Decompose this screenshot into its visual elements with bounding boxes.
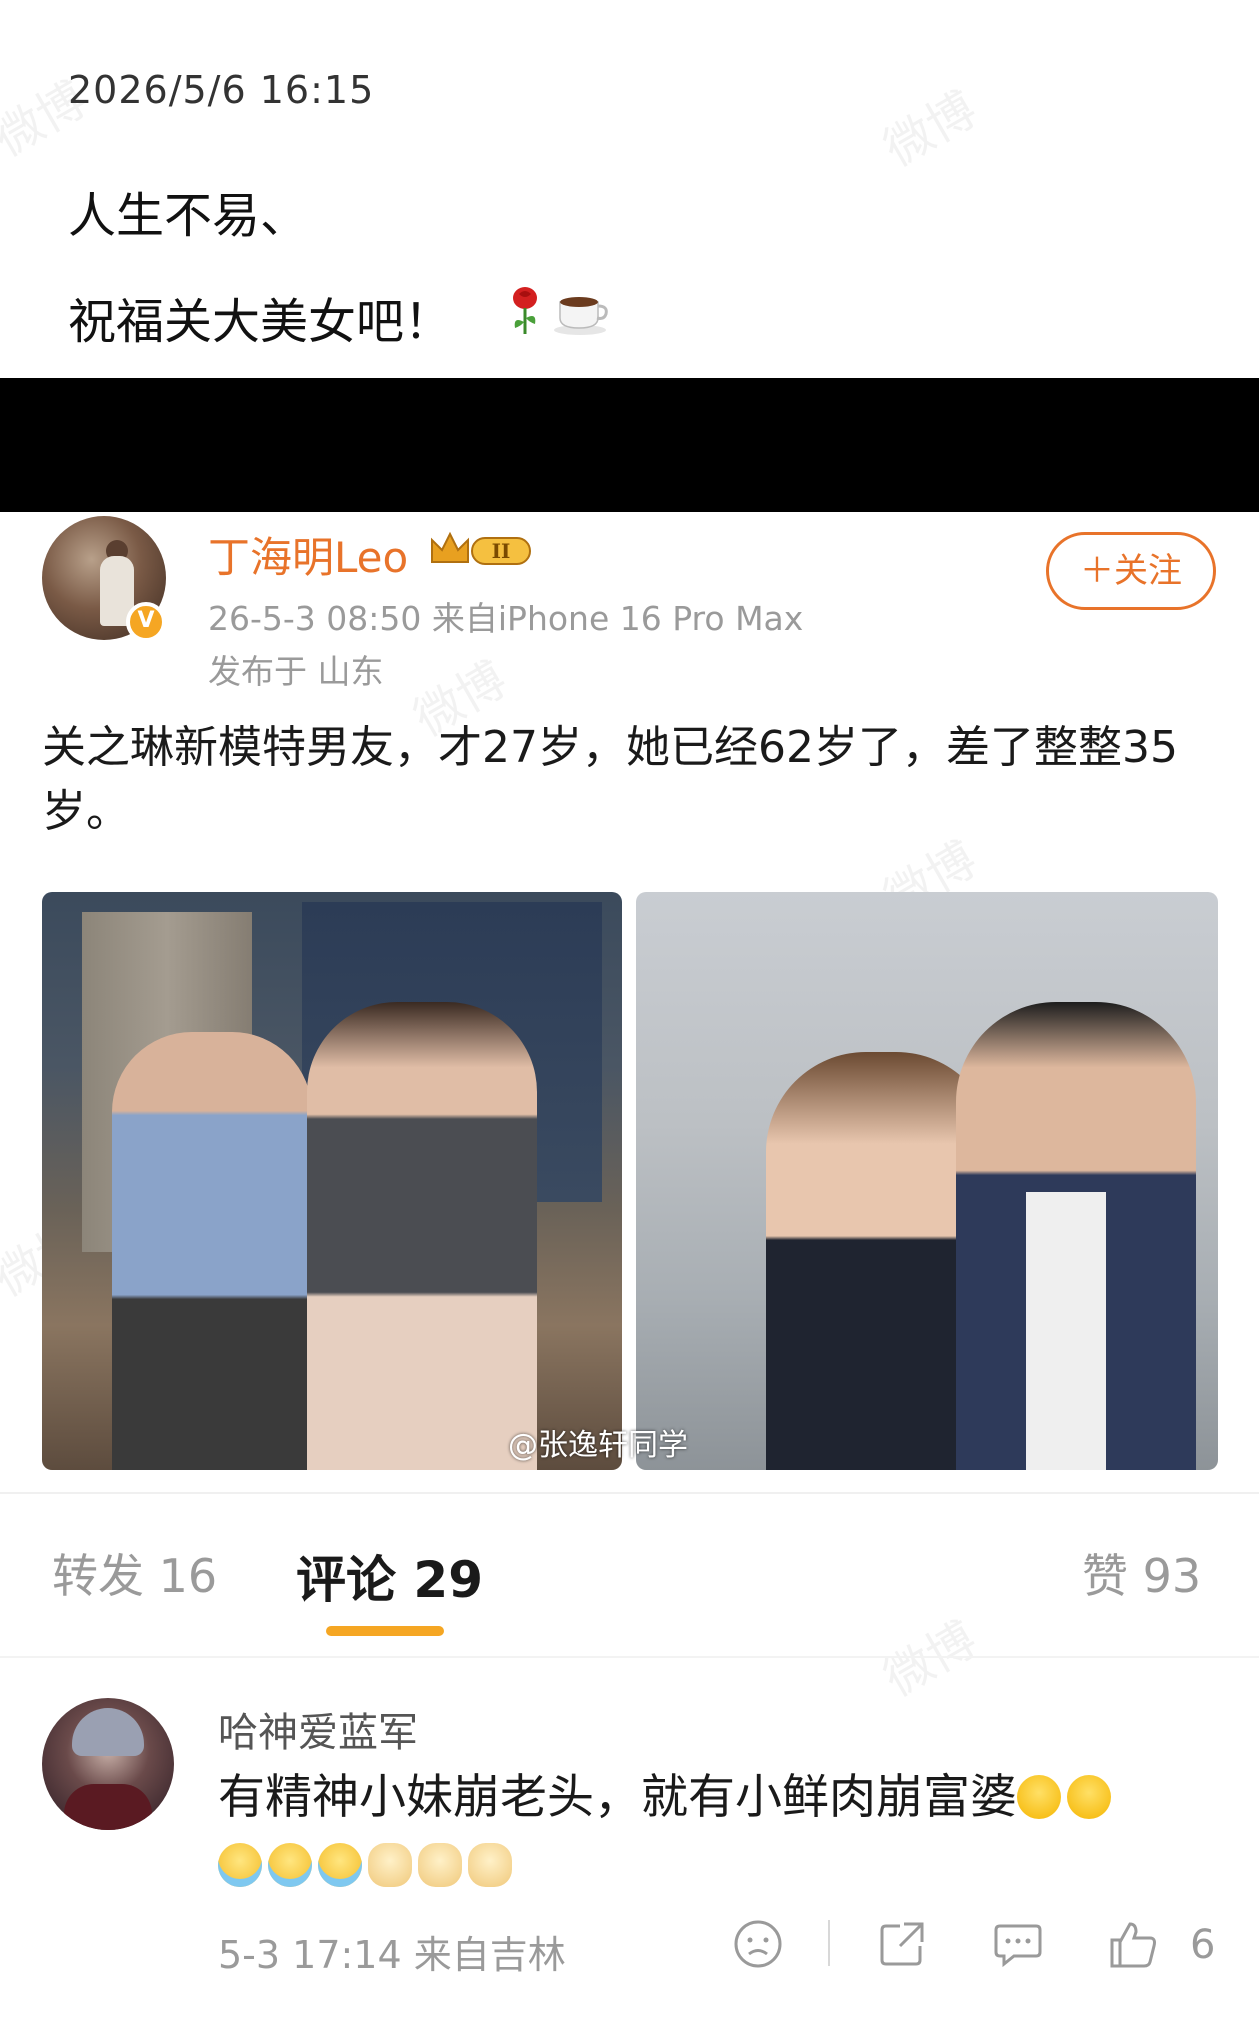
comment-text: 有精神小妹崩老头，就有小鲜肉崩富婆 xyxy=(218,1764,1218,1900)
commenter-avatar[interactable] xyxy=(42,1698,174,1830)
crown-rank-icon: II xyxy=(431,531,531,565)
tab-comment[interactable]: 评论 29 xyxy=(296,1540,483,1612)
divider xyxy=(0,1492,1259,1494)
follow-button[interactable]: ＋关注 xyxy=(1046,532,1216,610)
doge-emoji-icon xyxy=(418,1843,462,1887)
frown-emoji-icon[interactable] xyxy=(730,1916,786,1972)
commenter-name[interactable]: 哈神爱蓝军 xyxy=(218,1700,418,1758)
comment-body: 有精神小妹崩老头，就有小鲜肉崩富婆 xyxy=(218,1770,1017,1825)
share-icon[interactable] xyxy=(874,1916,930,1972)
cry-laugh-emoji-icon xyxy=(268,1843,312,1887)
post-location: 发布于 山东 xyxy=(208,652,384,691)
comment-time: 5-3 17:14 来自吉林 xyxy=(218,1933,566,1977)
post-photo-1[interactable] xyxy=(42,892,622,1470)
post-text: 关之琳新模特男友，才27岁，她已经62岁了，差了整整35岁。 xyxy=(42,722,1178,837)
thumbs-up-icon[interactable] xyxy=(1106,1916,1162,1972)
redaction-bar xyxy=(0,378,1259,512)
caption-datetime: 2026/5/6 16:15 xyxy=(68,68,375,112)
comment-like-count: 6 xyxy=(1190,1922,1216,1968)
tab-repost[interactable]: 转发 16 xyxy=(52,1540,217,1606)
laugh-emoji-icon xyxy=(1067,1775,1111,1819)
tab-like[interactable]: 赞 93 xyxy=(1082,1540,1201,1606)
author-name[interactable]: 丁海明Leo xyxy=(208,524,408,585)
image-watermark: @张逸轩同学 xyxy=(508,1428,688,1463)
weibo-watermark: 微博 xyxy=(874,1611,987,1708)
divider xyxy=(828,1920,830,1966)
laugh-emoji-icon xyxy=(1017,1775,1061,1819)
post-meta: 26-5-3 08:50 来自iPhone 16 Pro Max xyxy=(208,599,804,638)
caption-line-2: 祝福关大美女吧！ xyxy=(68,294,453,350)
doge-emoji-icon xyxy=(468,1843,512,1887)
verified-badge-icon: V xyxy=(126,602,166,642)
rank-badge-label: II xyxy=(492,539,511,563)
post-photo-2[interactable] xyxy=(636,892,1218,1470)
cry-laugh-emoji-icon xyxy=(318,1843,362,1887)
comment-icon[interactable] xyxy=(990,1916,1046,1972)
divider xyxy=(0,1656,1259,1658)
active-tab-indicator xyxy=(326,1626,444,1636)
weibo-watermark: 微博 xyxy=(874,81,987,178)
doge-emoji-icon xyxy=(368,1843,412,1887)
rose-icon xyxy=(513,287,537,334)
coffee-icon xyxy=(554,297,608,335)
cry-laugh-emoji-icon xyxy=(218,1843,262,1887)
caption-line-1: 人生不易、 xyxy=(68,188,309,244)
